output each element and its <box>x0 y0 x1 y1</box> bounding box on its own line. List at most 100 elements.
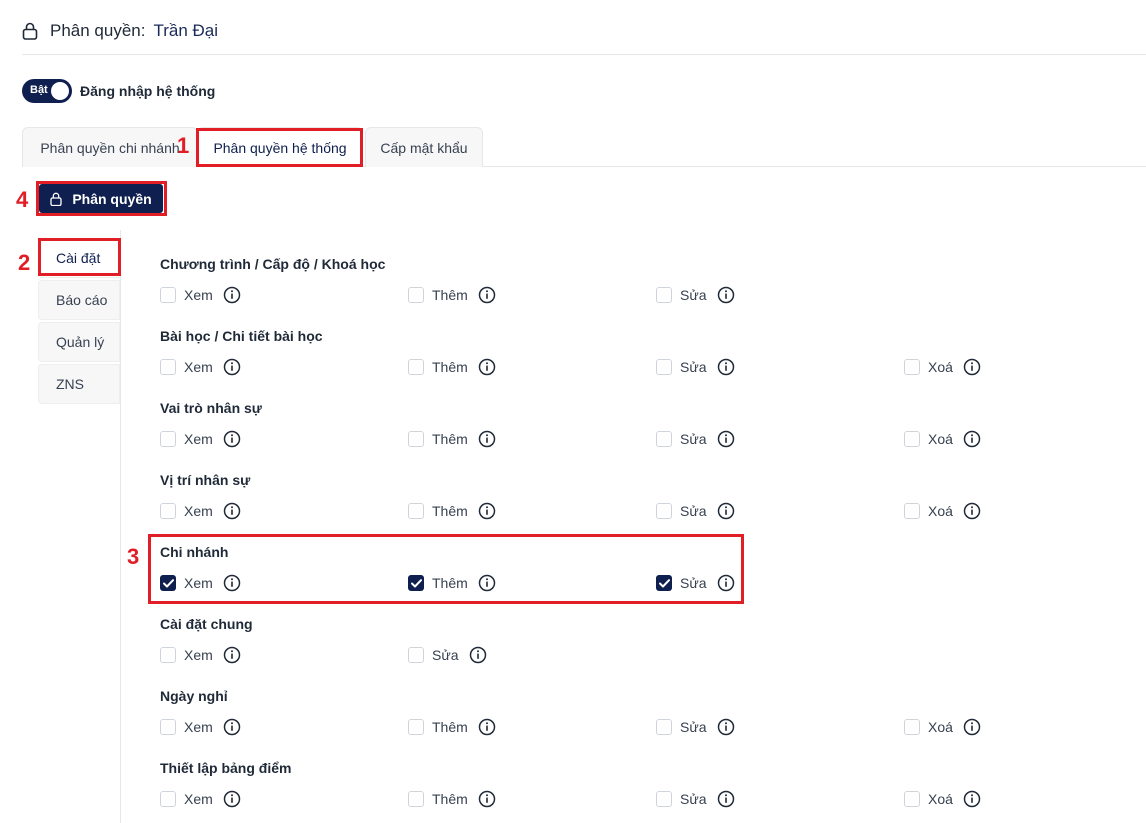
permission-checkbox[interactable] <box>656 287 672 303</box>
permission-checkbox[interactable] <box>656 359 672 375</box>
info-icon[interactable] <box>717 286 735 304</box>
info-icon[interactable] <box>717 358 735 376</box>
permission-label: Xem <box>184 503 213 519</box>
permission-checkbox[interactable] <box>408 359 424 375</box>
sidebar-item-zns[interactable]: ZNS <box>38 364 120 404</box>
annotation-box-3 <box>148 534 744 604</box>
permission-checkbox[interactable] <box>160 503 176 519</box>
info-icon[interactable] <box>963 430 981 448</box>
permission-checkbox[interactable] <box>408 719 424 735</box>
permission-label: Xem <box>184 431 213 447</box>
info-icon[interactable] <box>963 502 981 520</box>
permission-checkbox[interactable] <box>408 647 424 663</box>
permission-view: Xem <box>160 430 241 448</box>
permission-label: Sửa <box>680 791 707 807</box>
permission-checkbox[interactable] <box>160 647 176 663</box>
permission-label: Thêm <box>432 431 468 447</box>
permission-label: Xem <box>184 287 213 303</box>
info-icon[interactable] <box>717 718 735 736</box>
permission-checkbox[interactable] <box>904 503 920 519</box>
info-icon[interactable] <box>478 286 496 304</box>
sidebar-item-management[interactable]: Quản lý <box>38 322 120 362</box>
info-icon[interactable] <box>478 790 496 808</box>
info-icon[interactable] <box>478 430 496 448</box>
permission-checkbox[interactable] <box>160 431 176 447</box>
permission-add: Thêm <box>408 790 496 808</box>
tab-branch-permission[interactable]: Phân quyền chi nhánh <box>22 127 198 167</box>
permission-checkbox[interactable] <box>656 431 672 447</box>
permission-checkbox[interactable] <box>656 719 672 735</box>
info-icon[interactable] <box>223 430 241 448</box>
permission-edit: Sửa <box>656 790 735 808</box>
permission-checkbox[interactable] <box>160 791 176 807</box>
info-icon[interactable] <box>717 502 735 520</box>
permission-edit: Sửa <box>656 358 735 376</box>
permission-edit: Sửa <box>656 502 735 520</box>
info-icon[interactable] <box>478 502 496 520</box>
permission-checkbox[interactable] <box>408 503 424 519</box>
permission-add: Thêm <box>408 502 496 520</box>
permission-checkbox[interactable] <box>904 359 920 375</box>
permission-checkbox[interactable] <box>160 719 176 735</box>
permission-view: Xem <box>160 790 241 808</box>
annotation-number-2: 2 <box>18 250 31 275</box>
permission-checkbox[interactable] <box>408 431 424 447</box>
info-icon[interactable] <box>963 358 981 376</box>
toggle-label: Đăng nhập hệ thống <box>80 83 216 99</box>
info-icon[interactable] <box>478 358 496 376</box>
permission-checkbox[interactable] <box>904 431 920 447</box>
permission-label: Sửa <box>680 287 707 303</box>
sidebar-item-reports[interactable]: Báo cáo <box>38 280 120 320</box>
permission-label: Xem <box>184 791 213 807</box>
permission-delete: Xoá <box>904 718 981 736</box>
annotation-number-3: 3 <box>127 544 140 569</box>
permission-label: Sửa <box>680 719 707 735</box>
info-icon[interactable] <box>223 358 241 376</box>
tab-password[interactable]: Cấp mật khẩu <box>365 127 483 167</box>
info-icon[interactable] <box>963 790 981 808</box>
annotation-number-4: 4 <box>16 187 29 212</box>
info-icon[interactable] <box>223 790 241 808</box>
info-icon[interactable] <box>717 430 735 448</box>
info-icon[interactable] <box>963 718 981 736</box>
permission-label: Sửa <box>432 647 459 663</box>
info-icon[interactable] <box>223 646 241 664</box>
info-icon[interactable] <box>469 646 487 664</box>
login-toggle[interactable]: Bật <box>22 79 72 103</box>
permission-label: Xoá <box>928 503 953 519</box>
permission-checkbox[interactable] <box>904 791 920 807</box>
permission-delete: Xoá <box>904 358 981 376</box>
permission-label: Thêm <box>432 359 468 375</box>
annotation-number-1: 1 <box>177 133 190 158</box>
permission-checkbox[interactable] <box>408 791 424 807</box>
info-icon[interactable] <box>223 286 241 304</box>
permission-label: Xoá <box>928 431 953 447</box>
sidebar-item-label: Quản lý <box>56 334 105 350</box>
permission-checkbox[interactable] <box>656 791 672 807</box>
permission-checkbox[interactable] <box>408 287 424 303</box>
info-icon[interactable] <box>223 502 241 520</box>
permission-label: Xoá <box>928 791 953 807</box>
permission-checkbox[interactable] <box>160 287 176 303</box>
permission-group-title: Chương trình / Cấp độ / Khoá học <box>160 256 386 272</box>
header-divider <box>22 54 1146 55</box>
permission-delete: Xoá <box>904 430 981 448</box>
permission-group-title: Bài học / Chi tiết bài học <box>160 328 323 344</box>
permission-group-title: Ngày nghỉ <box>160 688 228 704</box>
permission-view: Xem <box>160 286 241 304</box>
annotation-box-4 <box>36 181 167 216</box>
permission-add: Thêm <box>408 430 496 448</box>
permission-checkbox[interactable] <box>160 359 176 375</box>
permission-group-title: Thiết lập bảng điểm <box>160 760 292 776</box>
permission-delete: Xoá <box>904 502 981 520</box>
page-header: Phân quyền: Trần Đại <box>22 18 218 44</box>
info-icon[interactable] <box>223 718 241 736</box>
permission-edit: Sửa <box>408 646 487 664</box>
permission-view: Xem <box>160 502 241 520</box>
permission-checkbox[interactable] <box>904 719 920 735</box>
info-icon[interactable] <box>717 790 735 808</box>
permission-label: Thêm <box>432 503 468 519</box>
permission-checkbox[interactable] <box>656 503 672 519</box>
info-icon[interactable] <box>478 718 496 736</box>
permission-delete: Xoá <box>904 790 981 808</box>
